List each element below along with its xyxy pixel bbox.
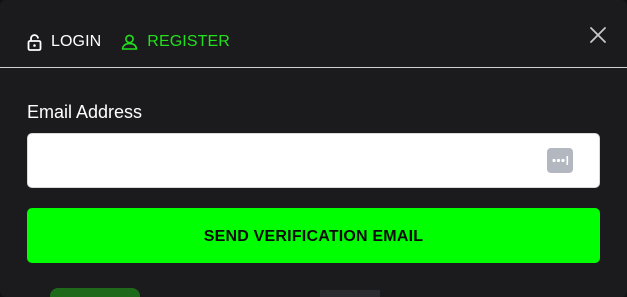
- close-button[interactable]: [589, 26, 607, 44]
- tab-register[interactable]: REGISTER: [121, 30, 230, 54]
- auth-tabs: LOGIN REGISTER: [27, 30, 230, 54]
- lock-icon: [27, 33, 42, 51]
- close-icon: [589, 27, 607, 48]
- auth-modal: LOGIN REGISTER Email Address SEND VERIFI…: [0, 0, 627, 297]
- send-verification-button[interactable]: SEND VERIFICATION EMAIL: [27, 208, 600, 263]
- email-field[interactable]: [28, 134, 528, 187]
- password-manager-icon[interactable]: [547, 148, 573, 173]
- tab-login-label: LOGIN: [51, 33, 102, 50]
- email-label: Email Address: [27, 102, 143, 122]
- tab-register-label: REGISTER: [147, 33, 230, 50]
- email-field-container: [27, 133, 600, 188]
- tab-login[interactable]: LOGIN: [27, 30, 101, 54]
- background-content: [320, 290, 380, 297]
- background-content: [50, 288, 140, 297]
- tabs-divider: [0, 67, 627, 68]
- user-icon: [121, 34, 138, 50]
